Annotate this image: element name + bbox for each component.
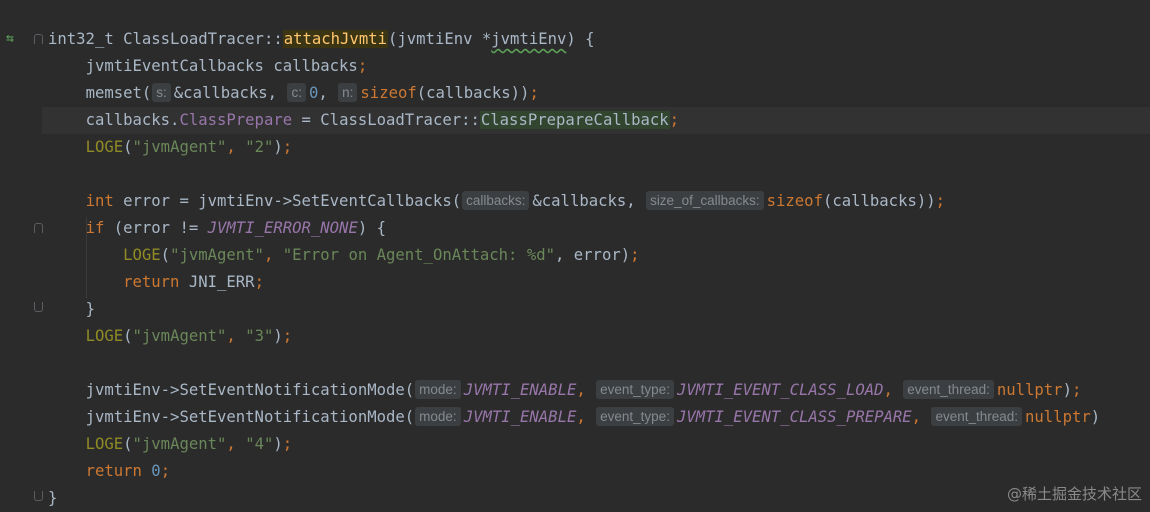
param-hint: s: xyxy=(152,83,171,102)
param-hint: event_type: xyxy=(596,380,674,399)
code-line-4-current[interactable]: callbacks.ClassPrepare = ClassLoadTracer… xyxy=(42,107,1150,134)
code-line-5[interactable]: LOGE("jvmAgent", "2"); xyxy=(48,134,293,161)
code-line-8[interactable]: if (error != JVMTI_ERROR_NONE) { xyxy=(48,215,386,242)
code-line-10[interactable]: return JNI_ERR; xyxy=(48,269,264,296)
code-line-18[interactable]: } xyxy=(48,485,57,512)
code-line-15[interactable]: jvmtiEnv->SetEventNotificationMode(mode:… xyxy=(48,404,1100,431)
watermark: @稀土掘金技术社区 xyxy=(1006,485,1142,503)
param-hint: callbacks: xyxy=(462,191,530,210)
code-line-17[interactable]: return 0; xyxy=(48,458,171,485)
param-hint: event_thread: xyxy=(931,407,1023,426)
code-line-11[interactable]: } xyxy=(48,296,95,323)
param-hint: mode: xyxy=(415,407,461,426)
param-hint: n: xyxy=(338,83,358,102)
code-line-signature[interactable]: int32_t ClassLoadTracer::attachJvmti(jvm… xyxy=(48,26,595,53)
code-editor[interactable]: int32_t ClassLoadTracer::attachJvmti(jvm… xyxy=(0,0,1150,511)
param-hint: event_type: xyxy=(596,407,674,426)
callback-reference[interactable]: ClassPrepareCallback xyxy=(479,111,670,129)
code-line-3[interactable]: memset(s: &callbacks, c: 0, n: sizeof(callb… xyxy=(48,80,539,107)
param-name[interactable]: jvmtiEnv xyxy=(491,30,566,48)
param-hint: size_of_callbacks: xyxy=(646,191,764,210)
param-hint: event_thread: xyxy=(903,380,994,399)
code-line-12[interactable]: LOGE("jvmAgent", "3"); xyxy=(48,323,293,350)
code-line-7[interactable]: int error = jvmtiEnv->SetEventCallbacks(… xyxy=(48,188,945,215)
code-line-16[interactable]: LOGE("jvmAgent", "4"); xyxy=(48,431,293,458)
param-hint: c: xyxy=(287,83,306,102)
method-name[interactable]: attachJvmti xyxy=(282,30,388,48)
code-line-9[interactable]: LOGE("jvmAgent", "Error on Agent_OnAttac… xyxy=(48,242,639,269)
code-line-14[interactable]: jvmtiEnv->SetEventNotificationMode(mode:… xyxy=(48,377,1081,404)
param-hint: mode: xyxy=(415,380,461,399)
code-line-2[interactable]: jvmtiEventCallbacks callbacks; xyxy=(48,53,368,80)
